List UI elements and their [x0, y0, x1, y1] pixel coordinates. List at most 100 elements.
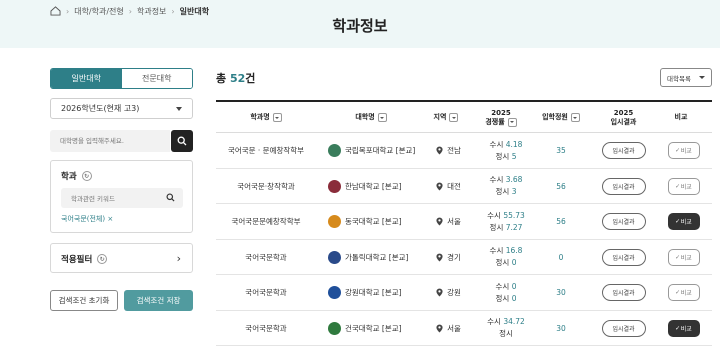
department-keyword-placeholder: 학과관련 키워드	[71, 193, 115, 203]
table-row: 국어국문학과가톨릭대학교 [본교]경기수시 16.8정시 00입시결과✓ 비교	[216, 240, 712, 276]
chevron-right-icon[interactable]: ›	[177, 252, 181, 265]
header-compare: 비교	[656, 102, 706, 133]
compare-label: 비교	[681, 324, 692, 333]
header-quota[interactable]: 입학정원	[526, 102, 596, 133]
table-header: 학과명 대학명 지역 2025경쟁률 입학정원 2025입시결과 비교	[216, 102, 712, 133]
region-name: 경기	[447, 252, 461, 263]
refresh-icon[interactable]: ↻	[97, 254, 107, 264]
susi-value: 16.8	[506, 246, 523, 255]
compare-toggle-button[interactable]: ✓ 비교	[668, 142, 700, 159]
refresh-icon[interactable]: ↻	[82, 171, 92, 181]
admission-result-button[interactable]: 입시결과	[602, 178, 646, 195]
header-region-label: 지역	[434, 113, 447, 122]
jungsi-label: 정시	[496, 187, 510, 196]
save-search-button[interactable]: 검색조건 저장	[124, 290, 193, 311]
header-competition-year: 2025	[491, 109, 510, 118]
selected-department-chip[interactable]: 국어국문(전체) ×	[61, 214, 113, 224]
header-region[interactable]: 지역	[426, 102, 466, 133]
compare-toggle-button[interactable]: ✓ 비교	[668, 213, 700, 230]
jungsi-line: 정시 5	[496, 151, 517, 163]
compare-cell: ✓ 비교	[666, 133, 701, 169]
dept-name[interactable]: 국어국문학과	[216, 311, 316, 346]
university-cell[interactable]: 강원대학교 [본교]	[328, 275, 438, 311]
compare-toggle-button[interactable]: ✓ 비교	[668, 284, 700, 301]
location-pin-icon	[436, 182, 443, 191]
university-name: 강원대학교 [본교]	[345, 287, 402, 298]
region-cell: 대전	[426, 169, 471, 205]
sort-icon[interactable]	[449, 113, 458, 122]
region-cell: 강원	[426, 275, 471, 311]
university-cell[interactable]: 국립목포대학교 [본교]	[328, 133, 438, 169]
university-logo	[328, 286, 341, 299]
university-name: 건국대학교 [본교]	[345, 323, 402, 334]
table-row: 국어국문 · 문예창작학부국립목포대학교 [본교]전남수시 4.18정시 535…	[216, 133, 712, 169]
table-row: 국어국문학과건국대학교 [본교]서울수시 34.72정시 30입시결과✓ 비교	[216, 311, 712, 346]
header-dept-label: 학과명	[250, 113, 269, 122]
header-competition-label: 경쟁률	[485, 118, 504, 127]
jungsi-label: 정시	[496, 258, 510, 267]
jungsi-label: 정시	[499, 329, 513, 338]
susi-line: 수시 0	[496, 281, 517, 293]
jungsi-value: 3	[512, 187, 517, 196]
jungsi-label: 정시	[496, 294, 510, 303]
dept-name[interactable]: 국어국문 · 문예창작학부	[216, 133, 316, 169]
dept-name[interactable]: 국어국문학과	[216, 240, 316, 276]
admission-result-button[interactable]: 입시결과	[602, 213, 646, 230]
search-button[interactable]	[171, 130, 193, 152]
year-select-value: 2026학년도(현재 고3)	[61, 103, 139, 114]
tab-general-university[interactable]: 일반대학	[51, 69, 122, 88]
jungsi-line: 정시 7.27	[490, 222, 523, 234]
susi-line: 수시 34.72	[487, 316, 525, 328]
compare-cell: ✓ 비교	[666, 169, 701, 205]
susi-line: 수시 16.8	[490, 245, 523, 257]
caret-down-icon	[699, 76, 705, 79]
compare-label: 비교	[681, 146, 692, 155]
dept-name[interactable]: 국어국문학과	[216, 275, 316, 311]
admission-result-button[interactable]: 입시결과	[602, 249, 646, 266]
page-title: 학과정보	[0, 15, 720, 36]
dept-name[interactable]: 국어국문문예창작학부	[216, 204, 316, 240]
sort-select[interactable]: 대학목록	[660, 68, 712, 87]
sort-icon[interactable]	[508, 118, 517, 127]
jungsi-value: 0	[512, 294, 517, 303]
header-dept[interactable]: 학과명	[216, 102, 316, 133]
compare-toggle-button[interactable]: ✓ 비교	[668, 178, 700, 195]
department-filter-box: 학과 ↻ 학과관련 키워드 국어국문(전체) ×	[50, 160, 193, 233]
sort-icon[interactable]	[273, 113, 282, 122]
sort-icon[interactable]	[378, 113, 387, 122]
susi-value: 4.18	[506, 140, 523, 149]
school-type-tabs: 일반대학 전문대학	[50, 68, 193, 89]
search-icon[interactable]	[166, 193, 175, 202]
year-select[interactable]: 2026학년도(현재 고3)	[50, 98, 193, 119]
admission-result-button[interactable]: 입시결과	[602, 320, 646, 337]
header-competition[interactable]: 2025경쟁률	[471, 102, 531, 133]
compare-label: 비교	[681, 217, 692, 226]
compare-toggle-button[interactable]: ✓ 비교	[668, 249, 700, 266]
university-cell[interactable]: 건국대학교 [본교]	[328, 311, 438, 346]
susi-line: 수시 55.73	[487, 210, 525, 222]
department-keyword-input[interactable]: 학과관련 키워드	[61, 188, 183, 208]
compare-toggle-button[interactable]: ✓ 비교	[668, 320, 700, 337]
university-cell[interactable]: 가톨릭대학교 [본교]	[328, 240, 438, 276]
university-search-input[interactable]	[50, 130, 170, 152]
dept-name[interactable]: 국어국문·창작학과	[216, 169, 316, 205]
tab-junior-college[interactable]: 전문대학	[122, 69, 193, 88]
university-cell[interactable]: 동국대학교 [본교]	[328, 204, 438, 240]
region-cell: 전남	[426, 133, 471, 169]
university-cell[interactable]: 한남대학교 [본교]	[328, 169, 438, 205]
sort-icon[interactable]	[571, 113, 580, 122]
jungsi-value: 0	[512, 258, 517, 267]
jungsi-value: 5	[512, 152, 517, 161]
university-logo	[328, 251, 341, 264]
admission-result-button[interactable]: 입시결과	[602, 142, 646, 159]
susi-line: 수시 4.18	[490, 139, 523, 151]
location-pin-icon	[436, 288, 443, 297]
applied-filter-box[interactable]: 적용필터 ↻ ›	[50, 243, 193, 273]
department-table: 학과명 대학명 지역 2025경쟁률 입학정원 2025입시결과 비교 국어국문…	[216, 100, 712, 346]
result-cell: 입시결과	[596, 169, 651, 205]
admission-result-button[interactable]: 입시결과	[602, 284, 646, 301]
result-cell: 입시결과	[596, 133, 651, 169]
header-univ[interactable]: 대학명	[316, 102, 426, 133]
reset-search-button[interactable]: 검색조건 초기화	[50, 290, 118, 311]
jungsi-line: 정시 3	[496, 186, 517, 198]
